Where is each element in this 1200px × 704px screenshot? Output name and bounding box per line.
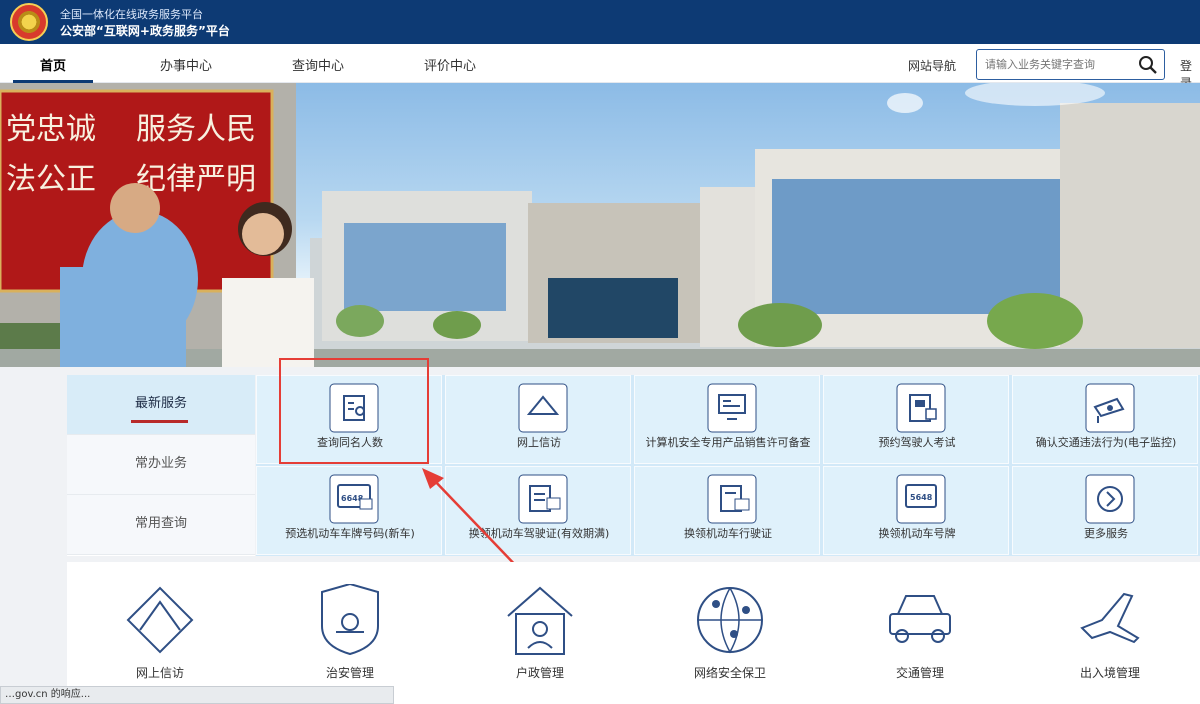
nav-query-center[interactable]: 查询中心 (292, 55, 344, 74)
service-card-renew-vehicle-license[interactable]: 换领机动车行驶证 (634, 466, 820, 555)
hero-scene-image: 党忠诚 服务人民 法公正 纪律严明 (0, 83, 1200, 367)
category-label: 网络安全保卫 (693, 666, 766, 680)
slogan-discipline: 纪律严明 (136, 162, 256, 197)
network-globe-icon (697, 587, 763, 654)
service-label: 计算机安全专用产品销售许可备查 (645, 436, 811, 449)
site-navigation-link[interactable]: 网站导航 (908, 57, 956, 74)
service-label: 预约驾驶人考试 (878, 436, 956, 449)
tab-latest-services-label: 最新服务 (134, 396, 187, 411)
search-box (976, 49, 1165, 80)
airplane-icon (1080, 592, 1140, 644)
search-icon[interactable] (1138, 55, 1158, 75)
vehicle-license-icon (707, 474, 757, 524)
highlight-annotation (279, 358, 429, 464)
computer-certificate-icon (707, 383, 757, 433)
search-input[interactable] (985, 56, 1130, 73)
police-shield-icon (321, 584, 379, 656)
tab-common-queries[interactable]: 常用查询 (67, 495, 255, 555)
category-label: 出入境管理 (1079, 666, 1140, 680)
platform-title: 公安部“互联网+政务服务”平台 (60, 24, 230, 38)
service-label: 更多服务 (1084, 527, 1128, 540)
tab-latest-services[interactable]: 最新服务 (67, 375, 255, 435)
category-label: 治安管理 (325, 666, 374, 680)
service-card-online-petition[interactable]: 网上信访 (445, 375, 631, 464)
service-card-renew-driving-license[interactable]: 换领机动车驾驶证(有效期满) (445, 466, 631, 555)
service-label: 网上信访 (517, 436, 561, 449)
category-label: 网上信访 (135, 666, 184, 680)
hero-banner: 党忠诚 服务人民 法公正 纪律严明 (0, 83, 1200, 367)
category-section: 网上信访 治安管理 户政管理 网络安全保卫 交通管理 出入境管理 (67, 562, 1200, 704)
slogan-serve-people: 服务人民 (136, 112, 256, 147)
category-network-security[interactable]: 网络安全保卫 (665, 584, 795, 702)
letter-icon (126, 586, 194, 654)
camera-icon (1085, 383, 1135, 433)
category-online-petition[interactable]: 网上信访 (95, 584, 225, 702)
chevron-right-icon (1085, 474, 1135, 524)
nav-home[interactable]: 首页 (40, 55, 66, 74)
police-emblem-icon (10, 3, 48, 41)
nav-evaluation-center[interactable]: 评价中心 (424, 55, 476, 74)
service-card-preselect-plate[interactable]: 6648 预选机动车车牌号码(新车) (256, 466, 442, 555)
category-label: 交通管理 (895, 666, 944, 680)
svg-text:5648: 5648 (910, 493, 933, 502)
browser-status-bar: …gov.cn 的响应... (0, 686, 394, 704)
service-card-more-services[interactable]: 更多服务 (1012, 466, 1198, 555)
plate-select-icon: 6648 (329, 474, 379, 524)
service-card-traffic-violation[interactable]: 确认交通违法行为(电子监控) (1012, 375, 1198, 464)
service-card-renew-plate[interactable]: 5648 换领机动车号牌 (823, 466, 1009, 555)
letter-icon (518, 383, 568, 433)
service-tabs: 最新服务 常办业务 常用查询 (67, 375, 255, 556)
driving-test-icon (896, 383, 946, 433)
slogan-justice: 法公正 (6, 162, 96, 197)
service-label: 换领机动车驾驶证(有效期满) (468, 527, 610, 540)
service-label: 预选机动车车牌号码(新车) (285, 527, 415, 540)
service-card-computer-security-product[interactable]: 计算机安全专用产品销售许可备查 (634, 375, 820, 464)
category-exit-entry-management[interactable]: 出入境管理 (1045, 584, 1175, 702)
household-icon (507, 586, 573, 655)
car-icon (889, 595, 951, 643)
category-public-security[interactable]: 治安管理 (285, 584, 415, 702)
platform-subtitle: 全国一体化在线政务服务平台 (60, 8, 203, 21)
main-navigation: 首页 办事中心 查询中心 评价中心 网站导航 登录 (0, 44, 1200, 90)
category-label: 户政管理 (515, 666, 564, 680)
nav-service-center[interactable]: 办事中心 (160, 55, 212, 74)
service-card-driving-test[interactable]: 预约驾驶人考试 (823, 375, 1009, 464)
tab-common-business[interactable]: 常办业务 (67, 435, 255, 495)
service-label: 换领机动车号牌 (878, 527, 956, 540)
service-label: 确认交通违法行为(电子监控) (1035, 436, 1177, 449)
plate-icon: 5648 (896, 474, 946, 524)
category-traffic-management[interactable]: 交通管理 (855, 584, 985, 702)
selected-tab-indicator (131, 420, 188, 423)
category-household-registration[interactable]: 户政管理 (475, 584, 605, 702)
service-label: 换领机动车行驶证 (684, 527, 772, 540)
site-header: 全国一体化在线政务服务平台 公安部“互联网+政务服务”平台 (0, 0, 1200, 44)
license-card-icon (518, 474, 568, 524)
slogan-loyalty: 党忠诚 (6, 112, 96, 147)
